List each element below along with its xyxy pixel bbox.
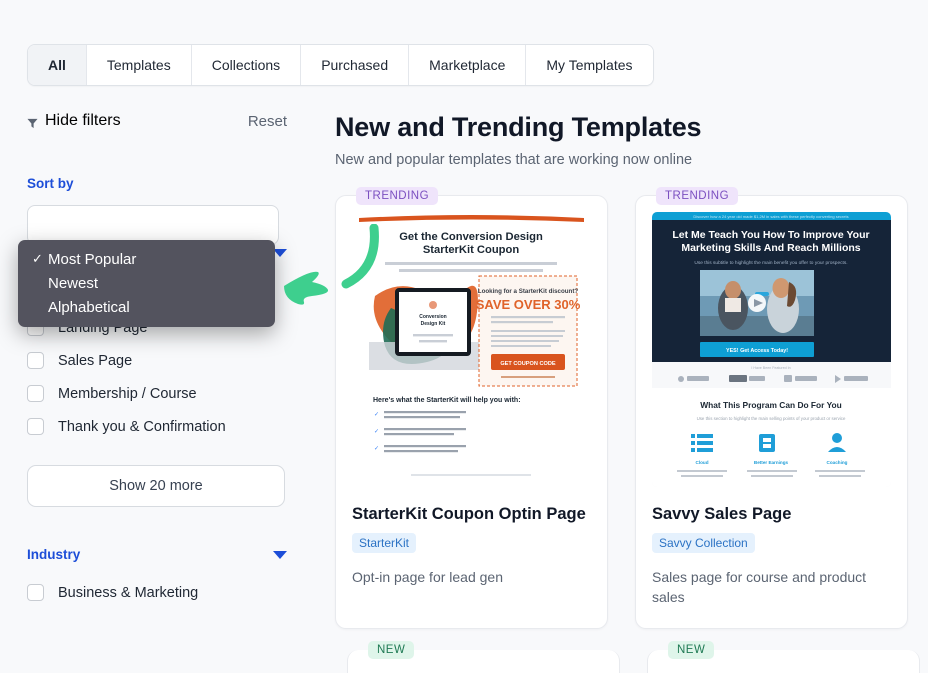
menu-item-label: Newest bbox=[48, 274, 99, 292]
checkbox-label: Sales Page bbox=[58, 352, 133, 369]
tab-all[interactable]: All bbox=[28, 45, 87, 85]
status-badge: TRENDING bbox=[656, 187, 739, 205]
checkbox[interactable] bbox=[27, 584, 44, 601]
industry-section: Industry Business & Marketing bbox=[27, 547, 315, 609]
hide-filters-toggle[interactable]: Hide filters bbox=[27, 112, 121, 130]
template-thumbnail: Get the Conversion Design StarterKit Cou… bbox=[352, 212, 591, 487]
sort-by-dropdown-menu[interactable]: ✓ Most Popular ✓Newest✓Alphabetical bbox=[18, 240, 275, 327]
list-item[interactable]: Business & Marketing bbox=[27, 576, 315, 609]
checkbox[interactable] bbox=[27, 352, 44, 369]
menu-item-label: Most Popular bbox=[48, 250, 137, 268]
hide-filters-label: Hide filters bbox=[45, 112, 121, 129]
svg-text:GET COUPON CODE: GET COUPON CODE bbox=[500, 361, 556, 367]
industry-checkbox-list: Business & Marketing bbox=[27, 576, 315, 609]
tab-purchased[interactable]: Purchased bbox=[301, 45, 410, 85]
tab-templates[interactable]: Templates bbox=[86, 45, 192, 85]
template-card-grid: TRENDING Get the Conversion Design Start… bbox=[335, 187, 928, 629]
svg-text:Coaching: Coaching bbox=[827, 460, 848, 465]
filters-sidebar: Hide filters Reset Sort by Page Type Lea… bbox=[27, 112, 315, 629]
status-badge: NEW bbox=[368, 641, 415, 659]
page-title: New and Trending Templates bbox=[335, 112, 702, 142]
svg-text:What This Program Can Do For Y: What This Program Can Do For You bbox=[700, 400, 842, 410]
checkbox[interactable] bbox=[27, 385, 44, 402]
template-card[interactable]: NEW bbox=[647, 641, 920, 673]
page-subtitle: New and popular templates that are worki… bbox=[335, 152, 693, 168]
list-item[interactable]: Sales Page bbox=[27, 344, 315, 377]
tab-my-templates[interactable]: My Templates bbox=[526, 45, 653, 85]
svg-text:✓: ✓ bbox=[374, 412, 379, 418]
svg-text:Use this section to highlight: Use this section to highlight the main s… bbox=[697, 416, 846, 421]
svg-text:Looking for a StarterKit disco: Looking for a StarterKit discount? bbox=[478, 288, 579, 295]
checkbox-label: Business & Marketing bbox=[58, 584, 199, 601]
svg-text:Let Me Teach You How To Improv: Let Me Teach You How To Improve Your bbox=[672, 229, 869, 241]
status-badge: NEW bbox=[668, 641, 715, 659]
menu-item-label: Alphabetical bbox=[48, 298, 130, 316]
svg-text:Here's what the StarterKit wil: Here's what the StarterKit will help you… bbox=[373, 397, 521, 404]
sort-by-select[interactable] bbox=[27, 205, 279, 245]
list-item[interactable]: Membership / Course bbox=[27, 377, 315, 410]
card-description: Sales page for course and product sales bbox=[652, 569, 867, 606]
card-description: Opt-in page for lead gen bbox=[352, 569, 503, 585]
svg-text:Cloud: Cloud bbox=[695, 460, 708, 465]
svg-text:Marketing Skills And Reach Mil: Marketing Skills And Reach Millions bbox=[681, 242, 860, 254]
tabbar: All Templates Collections Purchased Marketpl… bbox=[27, 44, 654, 86]
tab-marketplace[interactable]: Marketplace bbox=[409, 45, 527, 85]
collection-tag[interactable]: StarterKit bbox=[352, 533, 417, 553]
tab-collections[interactable]: Collections bbox=[191, 45, 302, 85]
svg-text:I Have Been Featured In: I Have Been Featured In bbox=[751, 366, 790, 370]
collection-tag[interactable]: Savvy Collection bbox=[652, 533, 755, 553]
templates-main: New and Trending Templates New and popul… bbox=[315, 112, 928, 629]
menu-item[interactable]: ✓Alphabetical bbox=[18, 295, 275, 319]
card-title: Savvy Sales Page bbox=[652, 505, 792, 523]
tabbar-container: All Templates Collections Purchased Marketpl… bbox=[0, 0, 928, 86]
svg-text:YES! Get Access Today!: YES! Get Access Today! bbox=[726, 348, 788, 354]
svg-text:Get the Conversion Design: Get the Conversion Design bbox=[399, 231, 543, 243]
svg-text:✓: ✓ bbox=[374, 429, 379, 435]
list-item[interactable]: Thank you & Confirmation bbox=[27, 410, 315, 443]
chevron-down-icon bbox=[273, 248, 287, 257]
checkbox[interactable] bbox=[27, 418, 44, 435]
svg-text:Better Earnings: Better Earnings bbox=[754, 460, 789, 465]
show-more-button[interactable]: Show 20 more bbox=[27, 465, 285, 507]
industry-section-header[interactable]: Industry bbox=[27, 547, 287, 562]
checkbox-label: Thank you & Confirmation bbox=[58, 418, 226, 435]
funnel-icon bbox=[27, 116, 38, 128]
industry-label: Industry bbox=[27, 547, 81, 562]
check-icon: ✓ bbox=[32, 251, 43, 266]
chevron-down-icon bbox=[273, 550, 287, 559]
filters-header: Hide filters Reset bbox=[27, 112, 287, 130]
template-thumbnail: Discover how a 24 year old made $1,2M in… bbox=[652, 212, 891, 487]
svg-text:SAVE OVER 30%: SAVE OVER 30% bbox=[476, 297, 581, 312]
svg-text:Conversion: Conversion bbox=[419, 314, 447, 320]
template-card-grid-row2: NEW NEW bbox=[347, 641, 920, 673]
checkbox-label: Membership / Course bbox=[58, 385, 197, 402]
svg-text:✓: ✓ bbox=[374, 446, 379, 452]
template-card[interactable]: TRENDING Get the Conversion Design Start… bbox=[335, 187, 608, 629]
svg-text:Discover how a 24 year old mad: Discover how a 24 year old made $1,2M in… bbox=[693, 214, 848, 219]
card-title: StarterKit Coupon Optin Page bbox=[352, 505, 586, 523]
svg-text:Design Kit: Design Kit bbox=[421, 321, 446, 327]
template-card[interactable]: TRENDING Discover how a 24 year old made… bbox=[635, 187, 908, 629]
page-content: Hide filters Reset Sort by Page Type Lea… bbox=[0, 86, 928, 629]
svg-text:Use this subtitle to highlight: Use this subtitle to highlight the main … bbox=[694, 260, 847, 266]
status-badge: TRENDING bbox=[356, 187, 439, 205]
sort-by-label: Sort by bbox=[27, 176, 74, 191]
svg-text:StarterKit Coupon: StarterKit Coupon bbox=[423, 244, 520, 256]
menu-item[interactable]: ✓Newest bbox=[18, 271, 275, 295]
menu-item[interactable]: ✓ Most Popular bbox=[18, 247, 275, 271]
template-card[interactable]: NEW bbox=[347, 641, 620, 673]
reset-filters-button[interactable]: Reset bbox=[248, 113, 287, 130]
